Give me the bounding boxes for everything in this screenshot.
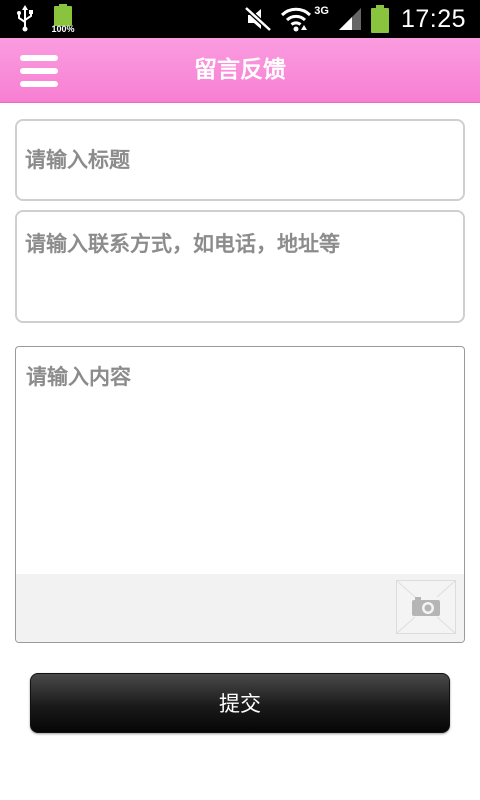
hamburger-menu-icon[interactable] bbox=[20, 55, 58, 87]
battery-small-icon: 100% bbox=[50, 4, 76, 34]
content-input[interactable] bbox=[16, 347, 464, 574]
wifi-icon bbox=[281, 7, 312, 32]
clock: 17:25 bbox=[400, 4, 466, 33]
battery-icon bbox=[370, 5, 389, 33]
battery-percent: 100% bbox=[51, 24, 75, 34]
contact-input[interactable] bbox=[15, 210, 465, 323]
status-bar: 100% 3G 17:25 bbox=[0, 0, 480, 38]
status-bar-right: 3G 17:25 bbox=[244, 0, 466, 38]
page-title: 留言反馈 bbox=[194, 57, 286, 83]
camera-button[interactable] bbox=[396, 580, 456, 634]
camera-icon bbox=[396, 580, 456, 634]
attachment-bar bbox=[16, 574, 464, 642]
submit-button[interactable]: 提交 bbox=[30, 673, 450, 733]
signal-icon bbox=[338, 8, 361, 30]
mute-icon bbox=[244, 6, 272, 32]
usb-icon bbox=[17, 5, 33, 32]
content-box bbox=[15, 346, 465, 643]
app-header: 留言反馈 bbox=[0, 38, 480, 103]
network-type: 3G bbox=[314, 5, 329, 17]
title-input[interactable] bbox=[15, 119, 465, 201]
status-bar-left: 100% bbox=[14, 4, 76, 34]
